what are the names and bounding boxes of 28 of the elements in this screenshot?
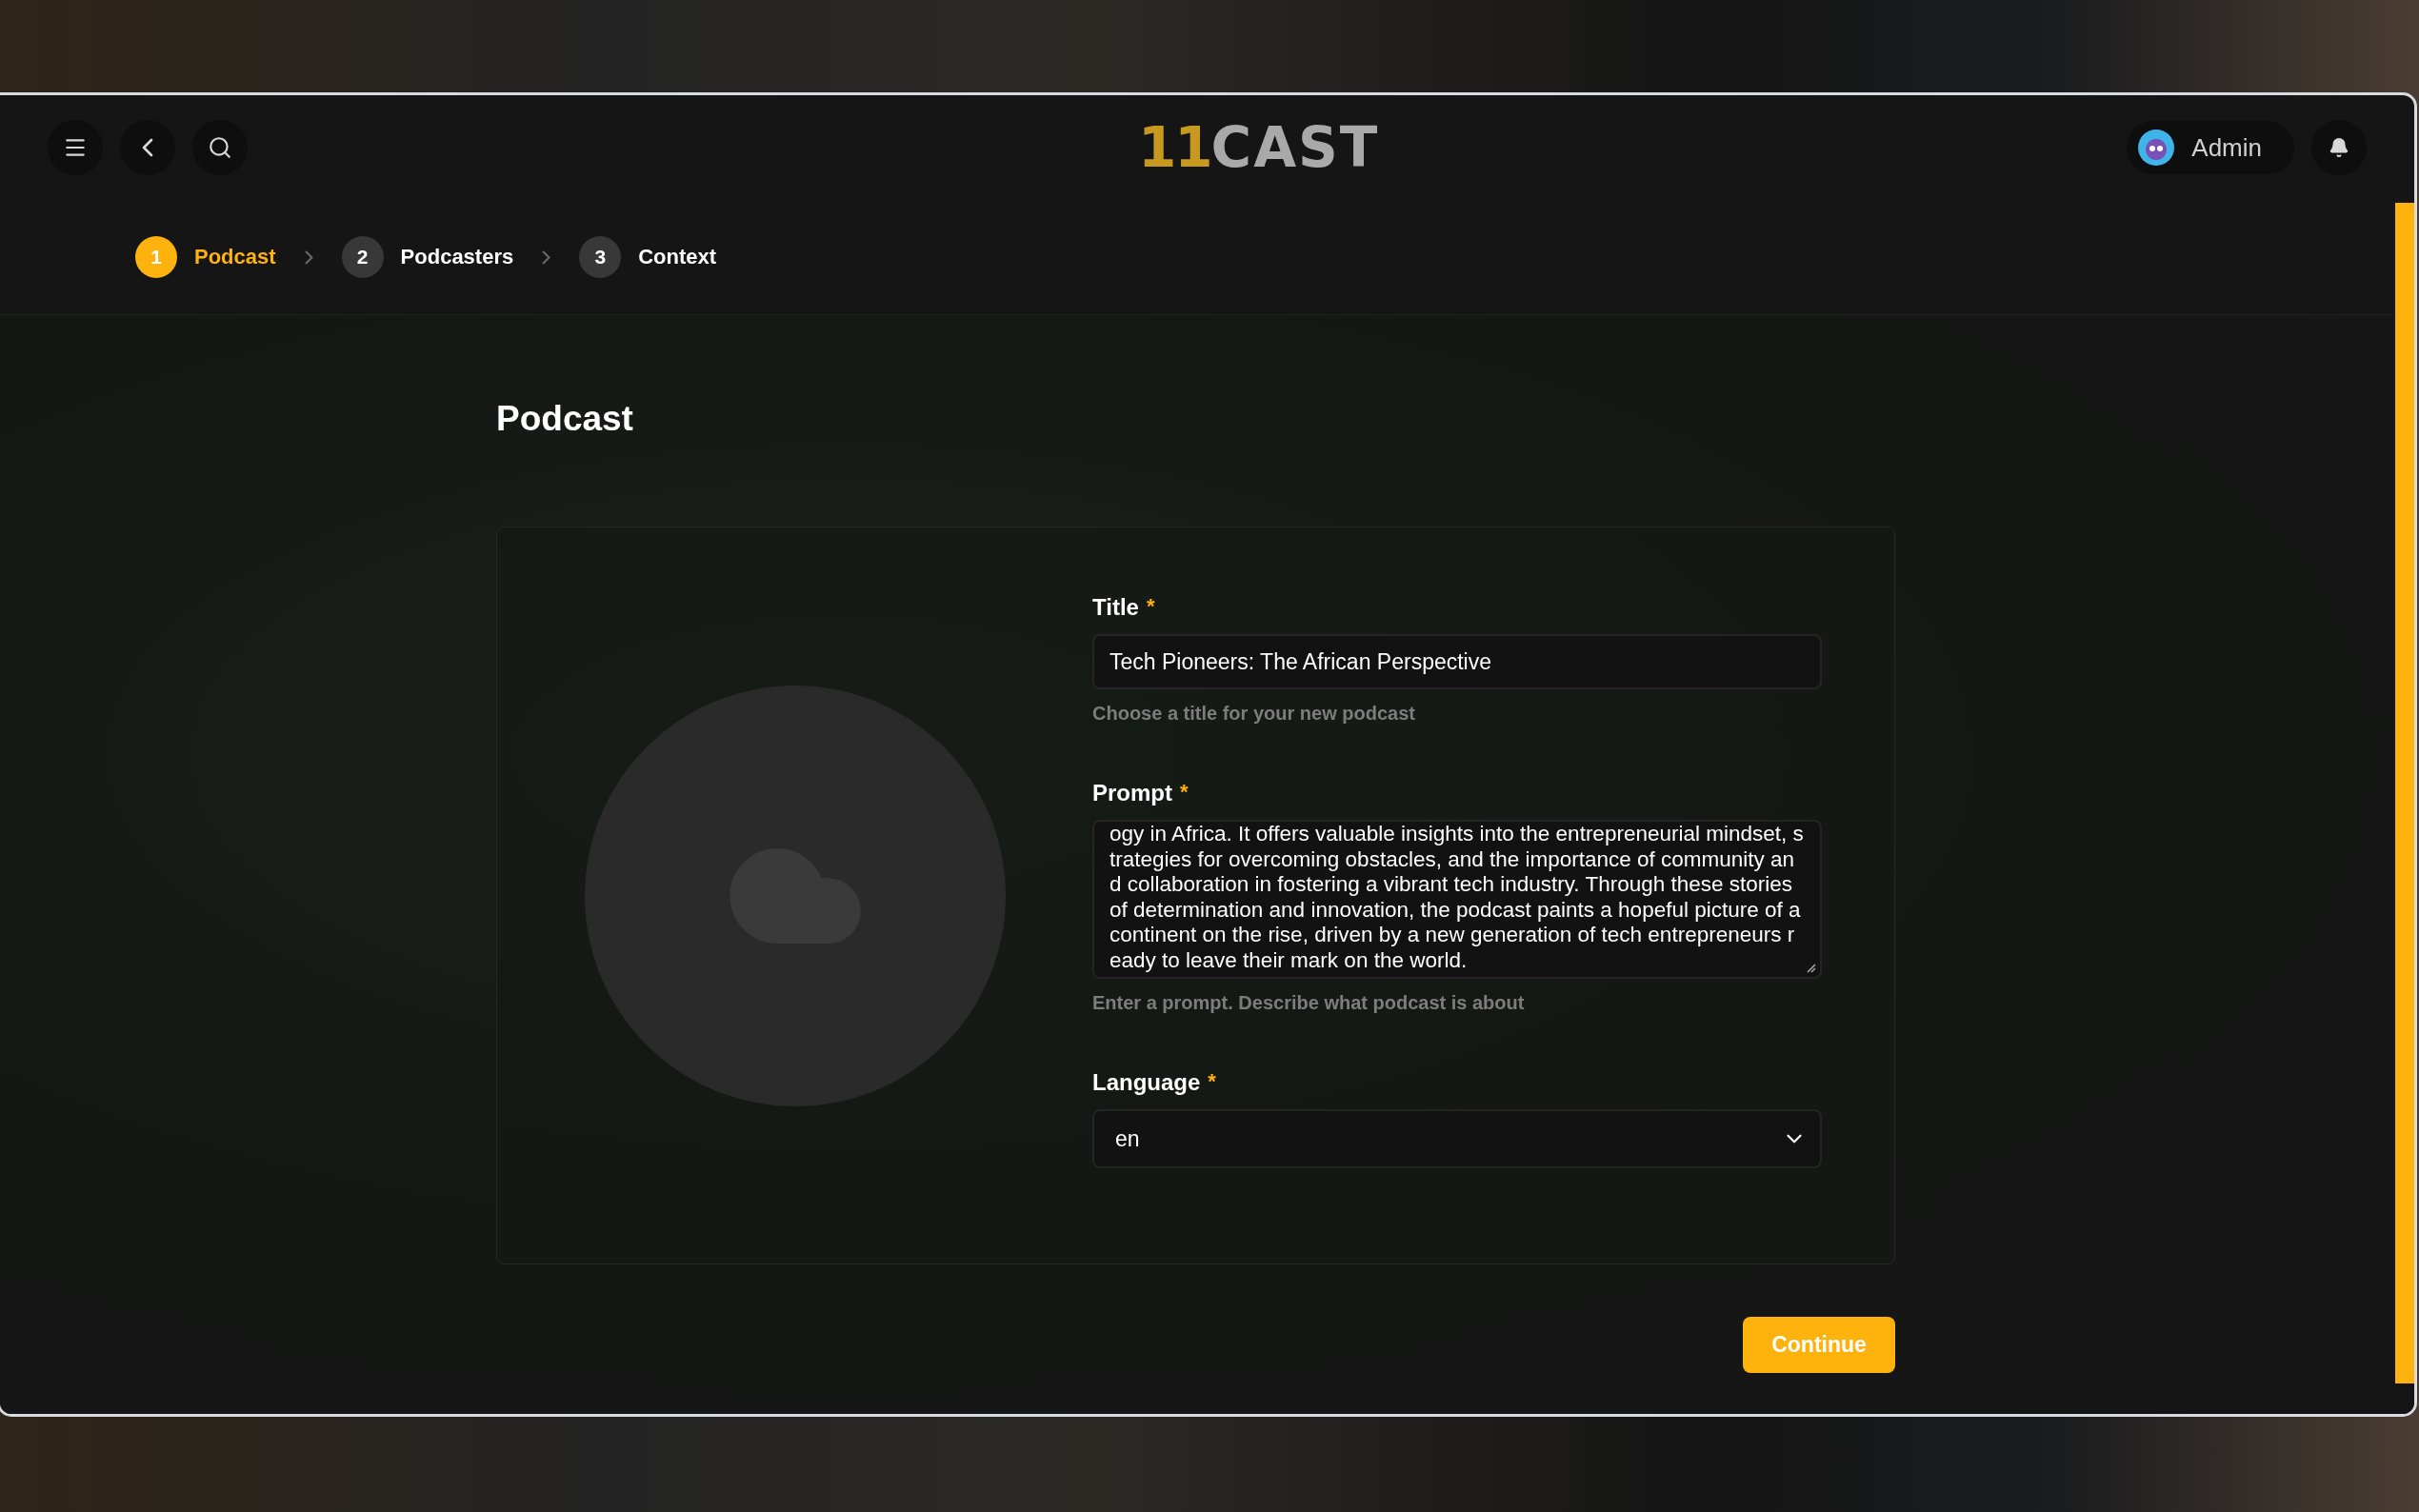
prompt-textarea[interactable]: ogy in Africa. It offers valuable insights into the entrepreneurial mindset, strategies for overcoming obstacles, and the importance of community and collaboration in fostering a vibrant tech industry. Through these stories of determination and innovation, the podcast paints a hopeful picture of a continent on the rise, driven by a new generation of tech entrepreneurs ready to leave their mark on the world. bbox=[1092, 820, 1822, 979]
chevron-right-icon bbox=[304, 249, 313, 265]
resize-handle-icon[interactable] bbox=[1805, 962, 1816, 973]
page-title: Podcast bbox=[496, 399, 634, 439]
bell-icon bbox=[2329, 137, 2349, 158]
logo-wordmark: CAST bbox=[1210, 115, 1380, 180]
step-number: 1 bbox=[135, 236, 177, 278]
required-asterisk: * bbox=[1180, 780, 1189, 806]
chevron-right-icon bbox=[542, 249, 551, 265]
required-asterisk: * bbox=[1208, 1069, 1216, 1095]
field-hint: Enter a prompt. Describe what podcast is about bbox=[1092, 992, 1526, 1014]
user-menu-button[interactable]: Admin bbox=[2127, 121, 2294, 174]
step-label[interactable]: Podcast bbox=[194, 245, 276, 269]
required-asterisk: * bbox=[1146, 594, 1155, 620]
avatar-icon bbox=[2138, 129, 2175, 166]
step-label[interactable]: Context bbox=[638, 245, 717, 269]
field-label: Prompt bbox=[1092, 780, 1172, 806]
search-icon bbox=[208, 135, 232, 160]
logo-digits: 11 bbox=[1137, 115, 1211, 180]
title-input[interactable]: Tech Pioneers: The African Perspective bbox=[1092, 634, 1822, 689]
step-label[interactable]: Podcasters bbox=[400, 245, 514, 269]
language-select[interactable]: en bbox=[1092, 1109, 1822, 1168]
step-number: 2 bbox=[341, 236, 384, 278]
scrollbar-thumb[interactable] bbox=[2395, 203, 2414, 1383]
field-hint: Choose a title for your new podcast bbox=[1092, 703, 1416, 725]
field-label: Language bbox=[1092, 1069, 1201, 1096]
step-number: 3 bbox=[579, 236, 622, 278]
field-label: Title bbox=[1092, 594, 1139, 621]
